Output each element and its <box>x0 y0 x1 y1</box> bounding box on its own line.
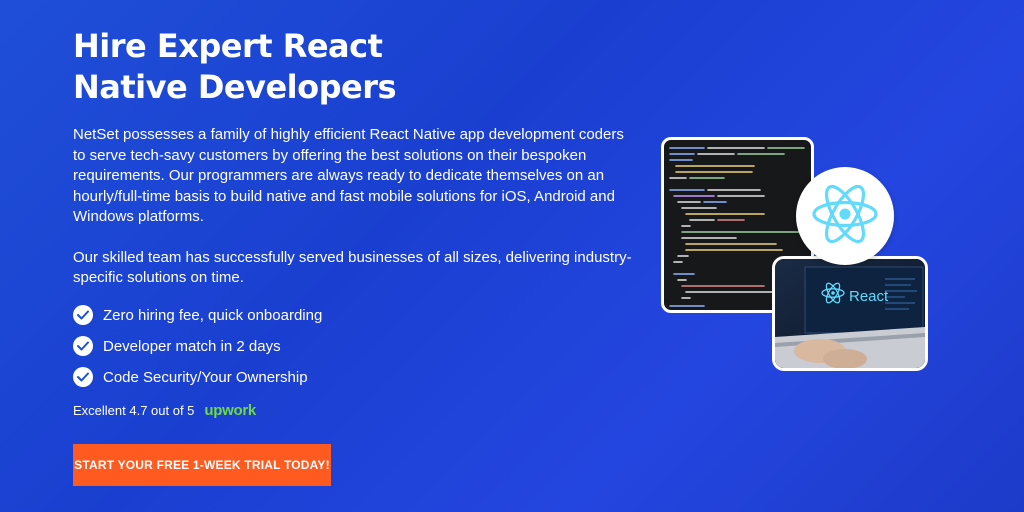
react-logo-badge <box>796 167 894 265</box>
feature-item: Zero hiring fee, quick onboarding <box>73 305 643 326</box>
hero-section: Hire Expert React Native Developers NetS… <box>0 0 1024 512</box>
feature-label: Zero hiring fee, quick onboarding <box>103 306 323 324</box>
hero-content: Hire Expert React Native Developers NetS… <box>73 26 643 419</box>
laptop-image: React <box>772 256 928 371</box>
check-circle-icon <box>73 305 93 325</box>
feature-label: Developer match in 2 days <box>103 337 281 355</box>
feature-label: Code Security/Your Ownership <box>103 368 308 386</box>
start-trial-button[interactable]: START YOUR FREE 1-WEEK TRIAL TODAY! <box>73 444 331 486</box>
hero-description: NetSet possesses a family of highly effi… <box>73 126 624 225</box>
feature-list: Zero hiring fee, quick onboarding Develo… <box>73 305 643 388</box>
laptop-screen-react-text: React <box>849 288 889 305</box>
feature-item: Code Security/Your Ownership <box>73 367 643 388</box>
feature-item: Developer match in 2 days <box>73 336 643 357</box>
check-circle-icon <box>73 336 93 356</box>
upwork-logo-text: Upwork <box>204 401 256 419</box>
rating: Excellent 4.7 out of 5 Upwork <box>73 402 643 419</box>
check-circle-icon <box>73 367 93 387</box>
hero-title: Hire Expert React Native Developers <box>73 27 397 106</box>
hero-description-secondary: Our skilled team has successfully served… <box>73 248 632 287</box>
rating-text: Excellent 4.7 out of 5 <box>73 402 195 418</box>
upwork-logo: Upwork <box>204 402 256 419</box>
react-icon <box>811 183 879 250</box>
